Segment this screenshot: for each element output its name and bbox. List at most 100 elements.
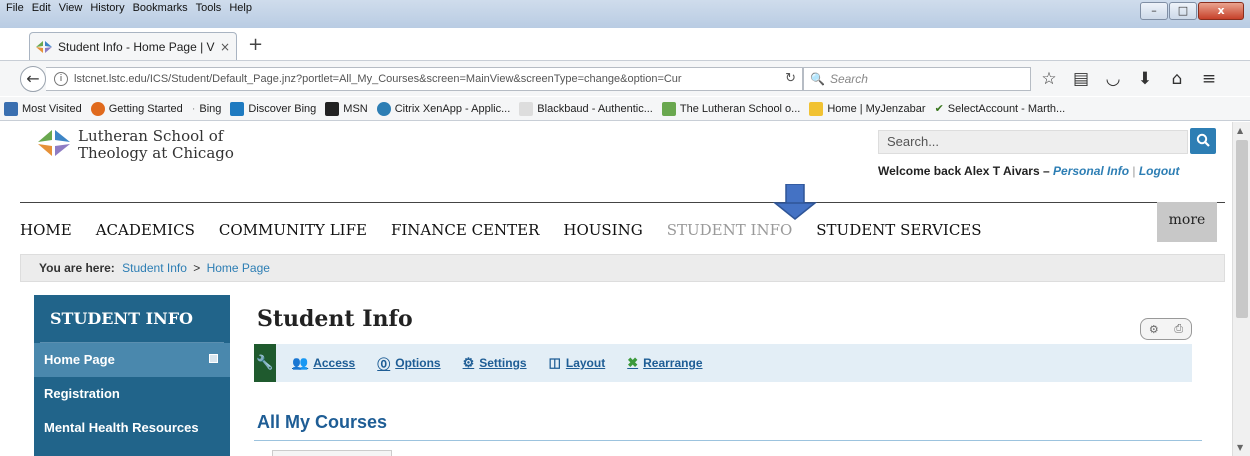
course-tab-stub[interactable] — [272, 450, 392, 456]
section-divider — [254, 440, 1202, 441]
breadcrumb-student-info[interactable]: Student Info — [122, 261, 187, 275]
toolbar-options[interactable]: ⓪ Options — [377, 354, 440, 373]
back-button[interactable]: ← — [20, 66, 46, 92]
toolbar-rearrange[interactable]: ✖ Rearrange — [627, 355, 702, 371]
menu-icon[interactable]: ≡ — [1200, 69, 1218, 89]
more-button[interactable]: more — [1157, 202, 1217, 242]
toolbar-layout[interactable]: ◫ Layout — [549, 355, 606, 371]
menu-history[interactable]: History — [86, 0, 128, 18]
logo-line-2: Theology at Chicago — [78, 144, 234, 162]
most-visited-icon — [4, 101, 18, 116]
toolbar-access[interactable]: 👥 Access — [292, 355, 355, 371]
logo-line-1: Lutheran School of — [78, 127, 224, 145]
sidebar-item-home-page[interactable]: Home Page — [34, 343, 230, 377]
browser-search-placeholder: Search — [829, 72, 868, 86]
expand-icon[interactable] — [209, 354, 218, 363]
site-search-button[interactable] — [1190, 128, 1216, 154]
jenzabar-icon — [809, 101, 824, 116]
bookmark-blackbaud[interactable]: Blackbaud - Authentic... — [519, 101, 653, 116]
sidebar-item-registration[interactable]: Registration — [34, 377, 230, 411]
page-toolbar: 🔧 👥 Access ⓪ Options ⚙ Settings ◫ Layout ✖ Re… — [254, 344, 1192, 382]
nav-home[interactable]: HOME — [20, 221, 72, 239]
browser-tab[interactable]: Student Info - Home Page | V × — [29, 32, 237, 60]
nav-academics[interactable]: ACADEMICS — [96, 221, 195, 239]
menu-file[interactable]: File — [2, 0, 28, 18]
address-bar[interactable]: i lstcnet.lstc.edu/ICS/Student/Default_P… — [46, 67, 803, 91]
toolbar-settings[interactable]: ⚙ Settings — [463, 355, 527, 371]
bing-icon: · — [191, 102, 196, 115]
wrench-icon[interactable]: 🔧 — [254, 344, 276, 382]
sidebar-title: STUDENT INFO — [40, 295, 224, 343]
close-window-button[interactable]: x — [1198, 2, 1244, 20]
page-icon — [519, 101, 534, 116]
users-icon: 👥 — [292, 355, 309, 370]
logout-link[interactable]: Logout — [1139, 164, 1180, 178]
bookmark-citrix[interactable]: Citrix XenApp - Applic... — [376, 101, 510, 116]
site-info-icon[interactable]: i — [54, 72, 68, 86]
navigation-toolbar: ← i lstcnet.lstc.edu/ICS/Student/Default… — [0, 60, 1250, 96]
home-icon[interactable]: ⌂ — [1168, 69, 1186, 89]
scroll-thumb[interactable] — [1236, 140, 1248, 318]
layout-icon: ◫ — [548, 355, 561, 370]
site-search-input[interactable]: Search... — [878, 130, 1188, 154]
print-icon[interactable]: ⎙ — [1174, 322, 1183, 336]
menu-tools[interactable]: Tools — [192, 0, 226, 18]
menu-edit[interactable]: Edit — [28, 0, 55, 18]
search-icon — [1196, 133, 1210, 147]
search-icon: 🔍 — [810, 72, 825, 86]
nav-finance-center[interactable]: FINANCE CENTER — [391, 221, 539, 239]
rearrange-icon: ✖ — [627, 355, 639, 370]
library-icon[interactable]: ▤ — [1072, 69, 1090, 89]
lstc-icon — [661, 101, 676, 116]
page-tools: ⚙ ⎙ — [1140, 318, 1192, 340]
bookmark-most-visited[interactable]: Most Visited — [4, 101, 82, 116]
breadcrumb-label: You are here: — [39, 261, 115, 275]
welcome-line: Welcome back Alex T Aivars – Personal In… — [878, 164, 1180, 178]
settings-icon: ⚙ — [462, 355, 475, 370]
reload-icon[interactable]: ↻ — [785, 71, 796, 86]
welcome-dash: – — [1042, 164, 1050, 178]
menu-help[interactable]: Help — [225, 0, 256, 18]
sidebar: STUDENT INFO Home Page Registration Ment… — [34, 295, 230, 456]
down-arrow-annotation-icon — [773, 184, 817, 220]
bookmark-myjenzabar[interactable]: Home | MyJenzabar — [809, 101, 926, 116]
tab-close-icon[interactable]: × — [220, 40, 230, 54]
main-navigation: HOME ACADEMICS COMMUNITY LIFE FINANCE CE… — [20, 210, 1225, 250]
site-logo[interactable]: Lutheran School of Theology at Chicago — [36, 128, 234, 162]
bookmark-msn[interactable]: MSN — [325, 101, 368, 116]
personal-info-link[interactable]: Personal Info — [1053, 164, 1129, 178]
sidebar-item-mental-health-resources[interactable]: Mental Health Resources — [34, 411, 230, 445]
pocket-icon[interactable]: ◡ — [1104, 69, 1122, 89]
bookmark-selectaccount[interactable]: ✔ SelectAccount - Marth... — [934, 102, 1066, 116]
menu-view[interactable]: View — [55, 0, 87, 18]
gear-icon[interactable]: ⚙ — [1149, 323, 1159, 336]
scroll-down-icon[interactable]: ▼ — [1237, 443, 1243, 452]
window-controls: – □ x — [1140, 2, 1244, 20]
download-icon[interactable]: ⬇ — [1136, 69, 1154, 89]
nav-student-info[interactable]: STUDENT INFO — [667, 221, 793, 239]
maximize-button[interactable]: □ — [1169, 2, 1197, 20]
nav-housing[interactable]: HOUSING — [563, 221, 642, 239]
browser-search-input[interactable]: 🔍 Search — [803, 67, 1031, 91]
section-title: All My Courses — [257, 412, 388, 432]
web-page: Lutheran School of Theology at Chicago S… — [0, 122, 1232, 456]
checkmark-icon: ✔ — [934, 103, 944, 115]
breadcrumb-home-page[interactable]: Home Page — [207, 261, 270, 275]
scroll-up-icon[interactable]: ▲ — [1237, 126, 1243, 135]
page-scrollbar[interactable]: ▲ ▼ — [1232, 122, 1250, 456]
minimize-button[interactable]: – — [1140, 2, 1168, 20]
nav-community-life[interactable]: COMMUNITY LIFE — [219, 221, 367, 239]
new-tab-button[interactable]: + — [248, 34, 263, 55]
bookmark-discover-bing[interactable]: Discover Bing — [230, 101, 316, 116]
bookmark-getting-started[interactable]: Getting Started — [90, 101, 183, 116]
bookmark-bing[interactable]: · Bing — [192, 103, 222, 115]
tab-title: Student Info - Home Page | V — [58, 39, 215, 54]
header-divider — [20, 202, 1225, 203]
discover-bing-icon — [230, 101, 245, 116]
menu-bookmarks[interactable]: Bookmarks — [129, 0, 192, 18]
star-icon[interactable]: ☆ — [1040, 69, 1058, 89]
bookmark-lutheran-school[interactable]: The Lutheran School o... — [661, 101, 800, 116]
welcome-text: Welcome back Alex T Aivars — [878, 164, 1040, 178]
nav-student-services[interactable]: STUDENT SERVICES — [816, 221, 981, 239]
url-text[interactable]: lstcnet.lstc.edu/ICS/Student/Default_Pag… — [74, 73, 774, 85]
